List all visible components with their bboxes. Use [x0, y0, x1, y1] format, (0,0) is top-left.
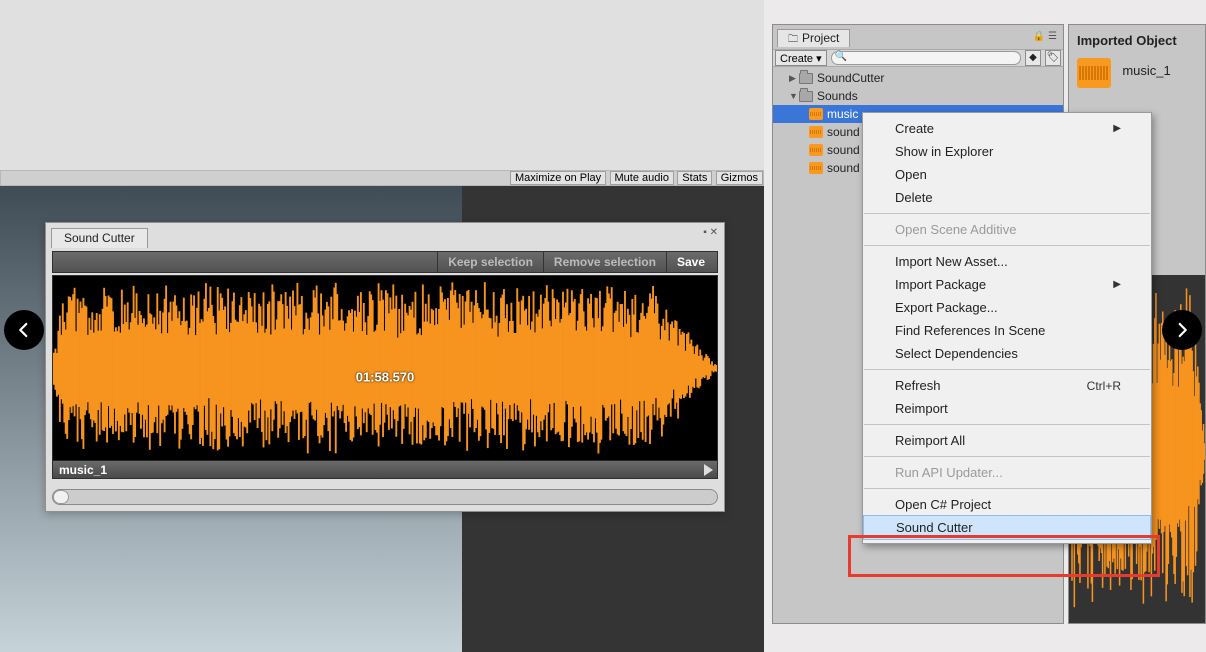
audioclip-icon	[809, 126, 823, 138]
menu-item-open-c-project[interactable]: Open C# Project	[863, 493, 1151, 516]
gallery-prev-button[interactable]	[4, 310, 44, 350]
window-controls[interactable]: ▪ ✕	[703, 227, 718, 238]
menu-item-import-new-asset[interactable]: Import New Asset...	[863, 250, 1151, 273]
menu-item-label: Delete	[895, 190, 933, 205]
tree-item-label: Sounds	[817, 87, 858, 105]
tree-folder-soundcutter[interactable]: ▶ SoundCutter	[773, 69, 1063, 87]
project-controls-bar: Create ▾ ◆ 🏷	[773, 49, 1063, 67]
chevron-right-icon	[1173, 321, 1191, 339]
menu-item-label: Select Dependencies	[895, 346, 1018, 361]
asset-context-menu[interactable]: Create ▶ Show in Explorer Open Delete Open Sc…	[862, 112, 1152, 544]
menu-item-run-api-updater: Run API Updater...	[863, 461, 1151, 484]
tree-item-label: SoundCutter	[817, 69, 884, 87]
play-icon[interactable]	[704, 464, 713, 476]
submenu-arrow-icon: ▶	[1113, 279, 1121, 290]
menu-item-label: Run API Updater...	[895, 465, 1003, 480]
menu-item-label: Import Package	[895, 277, 986, 292]
menu-item-label: Import New Asset...	[895, 254, 1008, 269]
folder-icon	[799, 73, 813, 84]
gallery-next-button[interactable]	[1162, 310, 1202, 350]
menu-item-label: Refresh	[895, 378, 941, 393]
filter-by-label-button[interactable]: 🏷	[1045, 50, 1061, 66]
menu-item-label: Export Package...	[895, 300, 998, 315]
scrollbar-thumb[interactable]	[53, 490, 69, 504]
menu-item-find-references-in-scene[interactable]: Find References In Scene	[863, 319, 1151, 342]
clip-name-label: music_1	[59, 463, 107, 477]
audioclip-icon	[809, 144, 823, 156]
audioclip-icon	[809, 108, 823, 120]
chevron-left-icon	[15, 321, 33, 339]
menu-separator	[864, 424, 1150, 425]
panel-lock-icon[interactable]: 🔒 ☰	[1033, 31, 1057, 42]
folder-icon	[799, 91, 813, 102]
project-tab-label: Project	[802, 31, 839, 45]
menu-item-sound-cutter[interactable]: Sound Cutter	[863, 515, 1151, 540]
menu-item-select-dependencies[interactable]: Select Dependencies	[863, 342, 1151, 365]
sound-cutter-toolbar: Keep selection Remove selection Save	[52, 251, 718, 273]
menu-item-export-package[interactable]: Export Package...	[863, 296, 1151, 319]
project-tab[interactable]: 🗀 Project	[777, 29, 850, 47]
timecode-label: 01:58.570	[53, 370, 717, 385]
tree-item-label: sound	[827, 159, 860, 177]
stats-button[interactable]: Stats	[677, 171, 712, 185]
menu-item-reimport-all[interactable]: Reimport All	[863, 429, 1151, 452]
audioclip-icon	[809, 162, 823, 174]
tree-item-label: sound	[827, 141, 860, 159]
menu-item-label: Sound Cutter	[896, 520, 973, 535]
menu-item-label: Open	[895, 167, 927, 182]
menu-shortcut: Ctrl+R	[1087, 379, 1121, 393]
folder-icon: 🗀	[788, 34, 798, 45]
menu-item-label: Find References In Scene	[895, 323, 1045, 338]
menu-item-label: Reimport All	[895, 433, 965, 448]
inspector-asset-name: music_1	[1122, 63, 1170, 78]
menu-item-import-package[interactable]: Import Package ▶	[863, 273, 1151, 296]
menu-item-label: Open Scene Additive	[895, 222, 1016, 237]
tree-item-label: sound	[827, 123, 860, 141]
filter-by-type-button[interactable]: ◆	[1025, 50, 1041, 66]
menu-item-label: Show in Explorer	[895, 144, 993, 159]
collapse-icon[interactable]: ▼	[789, 87, 799, 105]
game-view-toolbar: Maximize on Play Mute audio Stats Gizmos	[0, 170, 764, 186]
menu-item-label: Open C# Project	[895, 497, 991, 512]
tree-item-label: music	[827, 105, 858, 123]
remove-selection-button[interactable]: Remove selection	[543, 252, 666, 272]
expand-icon[interactable]: ▶	[789, 69, 799, 87]
audioclip-icon	[1077, 58, 1111, 88]
sound-cutter-tab[interactable]: Sound Cutter	[51, 228, 148, 248]
tree-folder-sounds[interactable]: ▼ Sounds	[773, 87, 1063, 105]
save-button[interactable]: Save	[666, 252, 715, 272]
menu-separator	[864, 488, 1150, 489]
create-button-label: Create	[780, 53, 813, 65]
waveform-scrollbar[interactable]	[52, 489, 718, 505]
menu-item-delete[interactable]: Delete	[863, 186, 1151, 209]
menu-item-open[interactable]: Open	[863, 163, 1151, 186]
clip-name-bar: music_1	[53, 460, 717, 478]
menu-item-create[interactable]: Create ▶	[863, 117, 1151, 140]
menu-item-open-scene-additive: Open Scene Additive	[863, 218, 1151, 241]
mute-audio-button[interactable]: Mute audio	[610, 171, 674, 185]
sound-cutter-window: Sound Cutter ▪ ✕ Keep selection Remove s…	[45, 222, 725, 512]
inspector-title: Imported Object	[1069, 25, 1205, 52]
keep-selection-button[interactable]: Keep selection	[437, 252, 543, 272]
waveform-viewport[interactable]: 01:58.570 music_1	[52, 275, 718, 479]
menu-item-refresh[interactable]: Refresh Ctrl+R	[863, 374, 1151, 397]
game-view-empty-top	[0, 0, 764, 170]
gizmos-button[interactable]: Gizmos	[716, 171, 763, 185]
menu-item-label: Create	[895, 121, 934, 136]
menu-separator	[864, 213, 1150, 214]
menu-separator	[864, 369, 1150, 370]
menu-separator	[864, 456, 1150, 457]
menu-item-reimport[interactable]: Reimport	[863, 397, 1151, 420]
menu-item-label: Reimport	[895, 401, 948, 416]
project-search-input[interactable]	[831, 51, 1021, 65]
maximize-on-play-button[interactable]: Maximize on Play	[510, 171, 606, 185]
waveform	[53, 276, 717, 460]
menu-separator	[864, 245, 1150, 246]
menu-item-show-in-explorer[interactable]: Show in Explorer	[863, 140, 1151, 163]
submenu-arrow-icon: ▶	[1113, 123, 1121, 134]
create-button[interactable]: Create ▾	[775, 50, 827, 66]
